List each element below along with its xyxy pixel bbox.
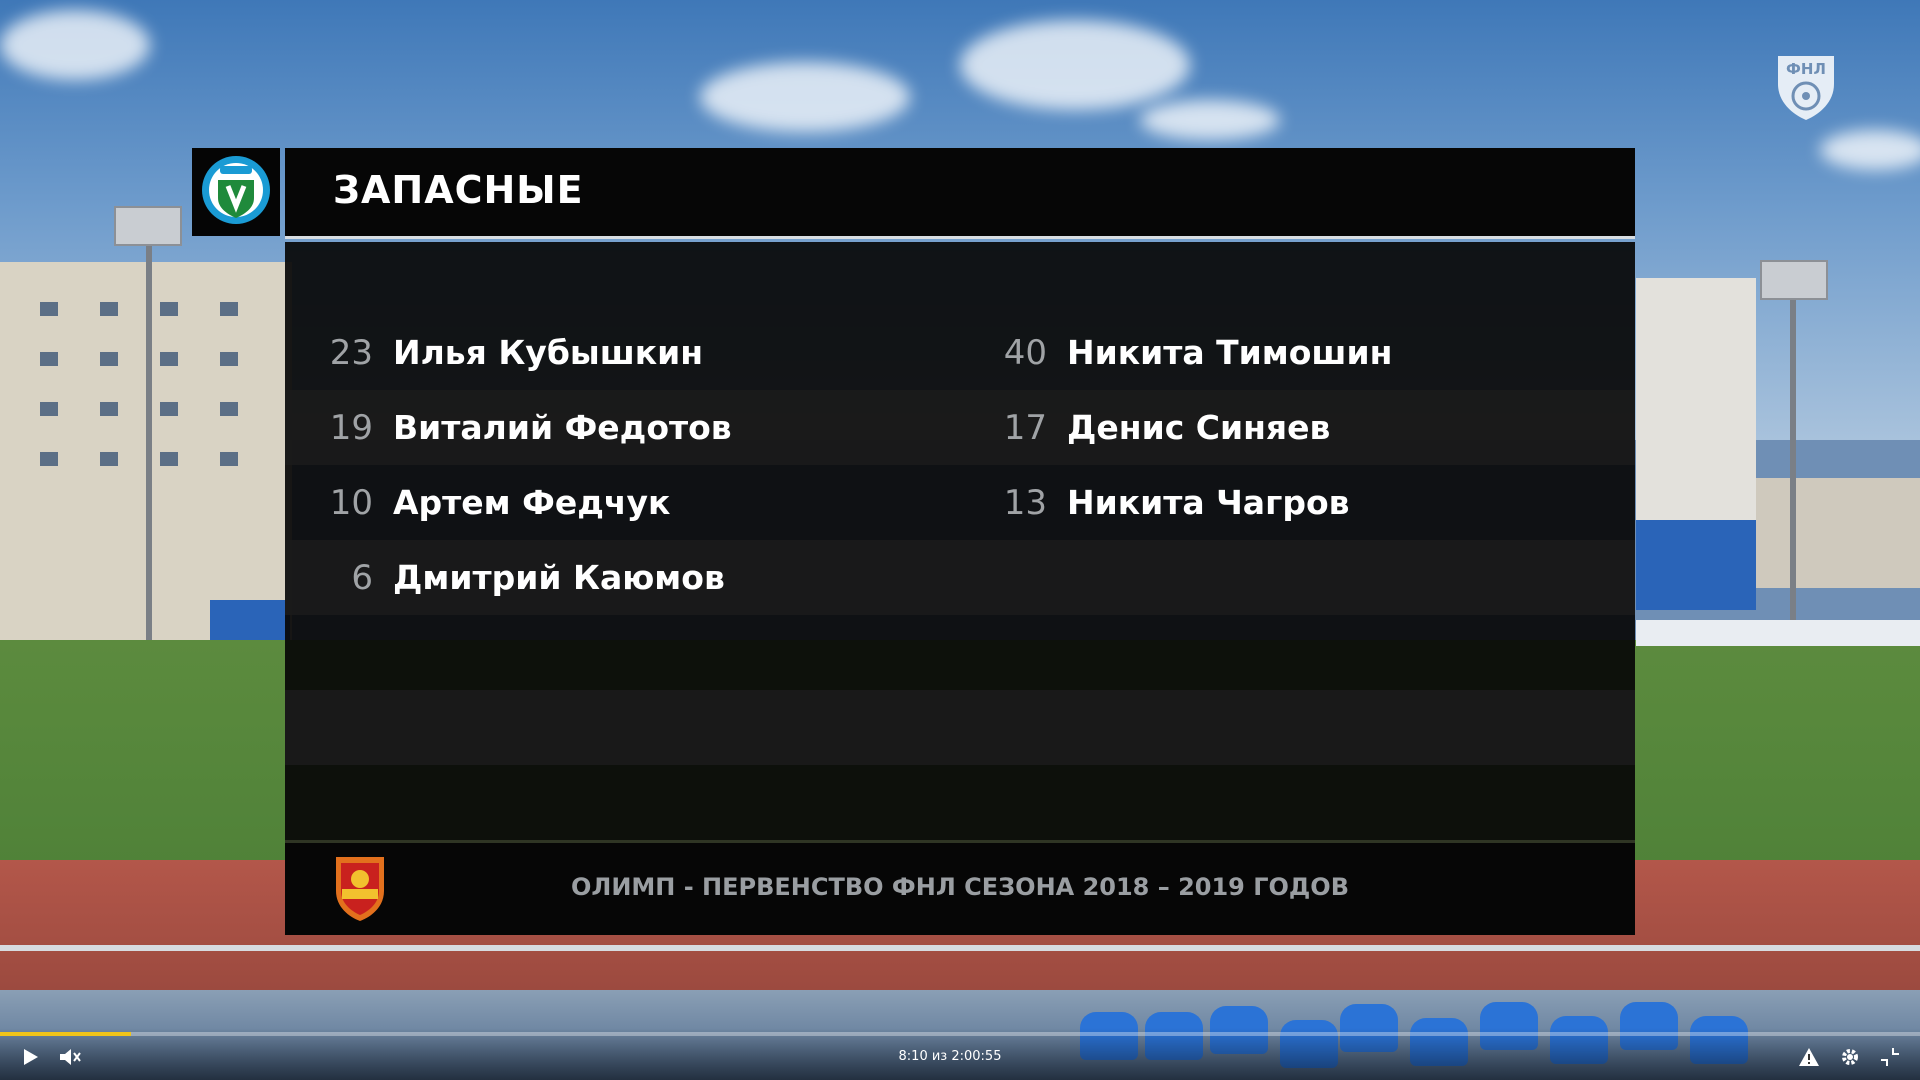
advertising-board <box>1636 620 1920 646</box>
player-number: 6 <box>351 557 373 598</box>
cloud <box>960 20 1190 110</box>
player-name: Никита Чагров <box>1067 483 1350 522</box>
list-row: 6 Дмитрий Каюмов <box>285 540 1635 615</box>
list-row: 10 Артем Федчук 13 Никита Чагров <box>285 465 1635 540</box>
list-row: 19 Виталий Федотов 17 Денис Синяев <box>285 390 1635 465</box>
warning-icon <box>1798 1046 1820 1072</box>
overlay-title: ЗАПАСНЫЕ <box>333 168 584 212</box>
floodlight-pole <box>1790 290 1796 620</box>
building-far-right <box>1756 478 1920 588</box>
substitutes-panel: 23 Илья Кубышкин 40 Никита Тимошин 19 Ви… <box>285 242 1635 842</box>
substitutes-list: 23 Илья Кубышкин 40 Никита Тимошин 19 Ви… <box>285 315 1635 765</box>
avangard-club-crest-icon <box>200 152 272 232</box>
player-entry: 10 Артем Федчук <box>309 465 671 540</box>
gear-icon <box>1839 1046 1861 1072</box>
player-number: 13 <box>1003 482 1047 523</box>
cloud <box>0 10 150 80</box>
player-entry: 19 Виталий Федотов <box>309 390 732 465</box>
settings-button[interactable] <box>1836 1045 1864 1073</box>
fnl-watermark-icon: ФНЛ <box>1772 50 1840 122</box>
play-button[interactable] <box>16 1045 44 1073</box>
exit-fullscreen-button[interactable] <box>1876 1045 1904 1073</box>
player-entry: 17 Денис Синяев <box>983 390 1331 465</box>
floodlight <box>1760 260 1828 300</box>
player-entry: 6 Дмитрий Каюмов <box>309 540 725 615</box>
stand-right <box>1636 520 1756 610</box>
time-readout: 8:10 из 2:00:55 <box>898 1049 1002 1064</box>
cloud <box>1140 100 1280 140</box>
player-number: 19 <box>329 407 373 448</box>
floodlight <box>114 206 182 246</box>
team-logo <box>192 148 280 236</box>
overlay-footer: ОЛИМП - ПЕРВЕНСТВО ФНЛ СЕЗОНА 2018 – 201… <box>285 840 1635 935</box>
player-name: Виталий Федотов <box>393 408 732 447</box>
list-row: 23 Илья Кубышкин 40 Никита Тимошин <box>285 315 1635 390</box>
svg-text:ФНЛ: ФНЛ <box>1786 60 1826 78</box>
warning-button[interactable] <box>1795 1045 1823 1073</box>
player-name: Дмитрий Каюмов <box>393 558 725 597</box>
player-number: 17 <box>1003 407 1047 448</box>
player-entry: 40 Никита Тимошин <box>983 315 1393 390</box>
player-number: 10 <box>329 482 373 523</box>
progress-bar[interactable] <box>0 1032 1920 1036</box>
volume-muted-icon <box>58 1046 82 1072</box>
list-row <box>285 615 1635 690</box>
mute-button[interactable] <box>56 1045 84 1073</box>
exit-fullscreen-icon <box>1879 1046 1901 1072</box>
overlay-header: ЗАПАСНЫЕ <box>285 148 1635 239</box>
list-row <box>285 690 1635 765</box>
player-number: 23 <box>329 332 373 373</box>
league-caption: ОЛИМП - ПЕРВЕНСТВО ФНЛ СЕЗОНА 2018 – 201… <box>570 873 1350 901</box>
player-name: Илья Кубышкин <box>393 333 704 372</box>
cloud <box>1820 130 1920 170</box>
floodlight-pole <box>146 240 152 660</box>
fence <box>0 945 1920 951</box>
player-number: 40 <box>1003 332 1047 373</box>
player-name: Денис Синяев <box>1067 408 1331 447</box>
play-icon <box>19 1046 41 1072</box>
player-name: Никита Тимошин <box>1067 333 1393 372</box>
player-name: Артем Федчук <box>393 483 671 522</box>
player-entry: 23 Илья Кубышкин <box>309 315 703 390</box>
player-entry: 13 Никита Чагров <box>983 465 1350 540</box>
cloud <box>700 62 910 132</box>
progress-fill <box>0 1032 131 1036</box>
